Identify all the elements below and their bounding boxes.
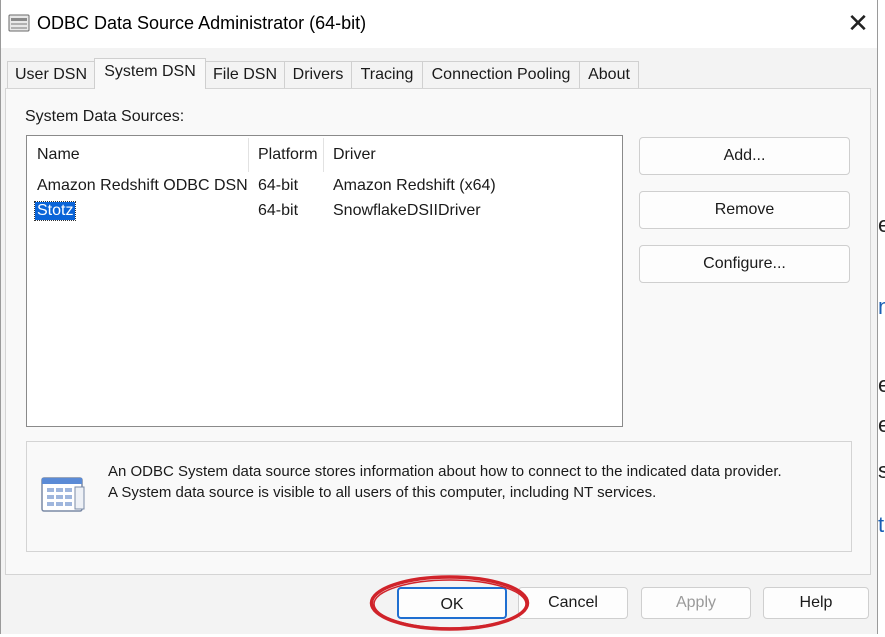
- column-header-name[interactable]: Name: [37, 146, 80, 164]
- background-fragment: s: [878, 458, 885, 483]
- window-title: ODBC Data Source Administrator (64-bit): [37, 13, 367, 33]
- remove-button[interactable]: Remove: [639, 191, 850, 229]
- column-header-platform[interactable]: Platform: [258, 146, 318, 164]
- add-button[interactable]: Add...: [639, 137, 850, 175]
- info-line-2: A System data source is visible to all u…: [108, 484, 657, 501]
- column-divider[interactable]: [323, 138, 324, 172]
- data-sources-list[interactable]: Name Platform Driver Amazon Redshift ODB…: [26, 135, 623, 427]
- tab-drivers[interactable]: Drivers: [284, 61, 352, 88]
- tab-connection-pooling[interactable]: Connection Pooling: [422, 61, 580, 88]
- row-name-cell[interactable]: Amazon Redshift ODBC DSN: [37, 177, 248, 195]
- background-fragment: e: [878, 412, 885, 437]
- cancel-button[interactable]: Cancel: [518, 587, 628, 619]
- apply-button[interactable]: Apply: [641, 587, 751, 619]
- background-fragment: n: [878, 294, 885, 319]
- tab-system-dsn[interactable]: System DSN: [94, 58, 206, 89]
- info-text: An ODBC System data source stores inform…: [108, 461, 782, 503]
- section-label: System Data Sources:: [25, 108, 185, 125]
- odbc-app-icon: [8, 14, 30, 32]
- title-bar: ODBC Data Source Administrator (64-bit) …: [1, 0, 877, 48]
- data-source-info-icon: [41, 477, 85, 512]
- background-fragment: e: [878, 212, 885, 237]
- background-fragment: e: [878, 372, 885, 397]
- row-name-cell-selected[interactable]: Stotz: [33, 201, 77, 221]
- info-line-1: An ODBC System data source stores inform…: [108, 463, 782, 480]
- row-driver-cell: SnowflakeDSIIDriver: [333, 202, 481, 219]
- close-icon[interactable]: ✕: [846, 9, 870, 37]
- row-driver-cell: Amazon Redshift (x64): [333, 177, 496, 194]
- tab-user-dsn[interactable]: User DSN: [7, 61, 95, 88]
- configure-button[interactable]: Configure...: [639, 245, 850, 283]
- tab-strip: User DSN System DSN File DSN Drivers Tra…: [1, 58, 877, 89]
- row-platform-cell: 64-bit: [258, 177, 299, 194]
- tab-file-dsn[interactable]: File DSN: [205, 61, 285, 88]
- background-fragment: t: [878, 512, 885, 537]
- column-header-driver[interactable]: Driver: [333, 146, 376, 164]
- help-button[interactable]: Help: [763, 587, 869, 619]
- odbc-dialog: ODBC Data Source Administrator (64-bit) …: [0, 0, 878, 634]
- ok-button[interactable]: OK: [397, 587, 507, 619]
- tab-about[interactable]: About: [579, 61, 639, 88]
- column-divider[interactable]: [248, 138, 249, 172]
- tab-tracing[interactable]: Tracing: [351, 61, 423, 88]
- row-platform-cell: 64-bit: [258, 202, 299, 219]
